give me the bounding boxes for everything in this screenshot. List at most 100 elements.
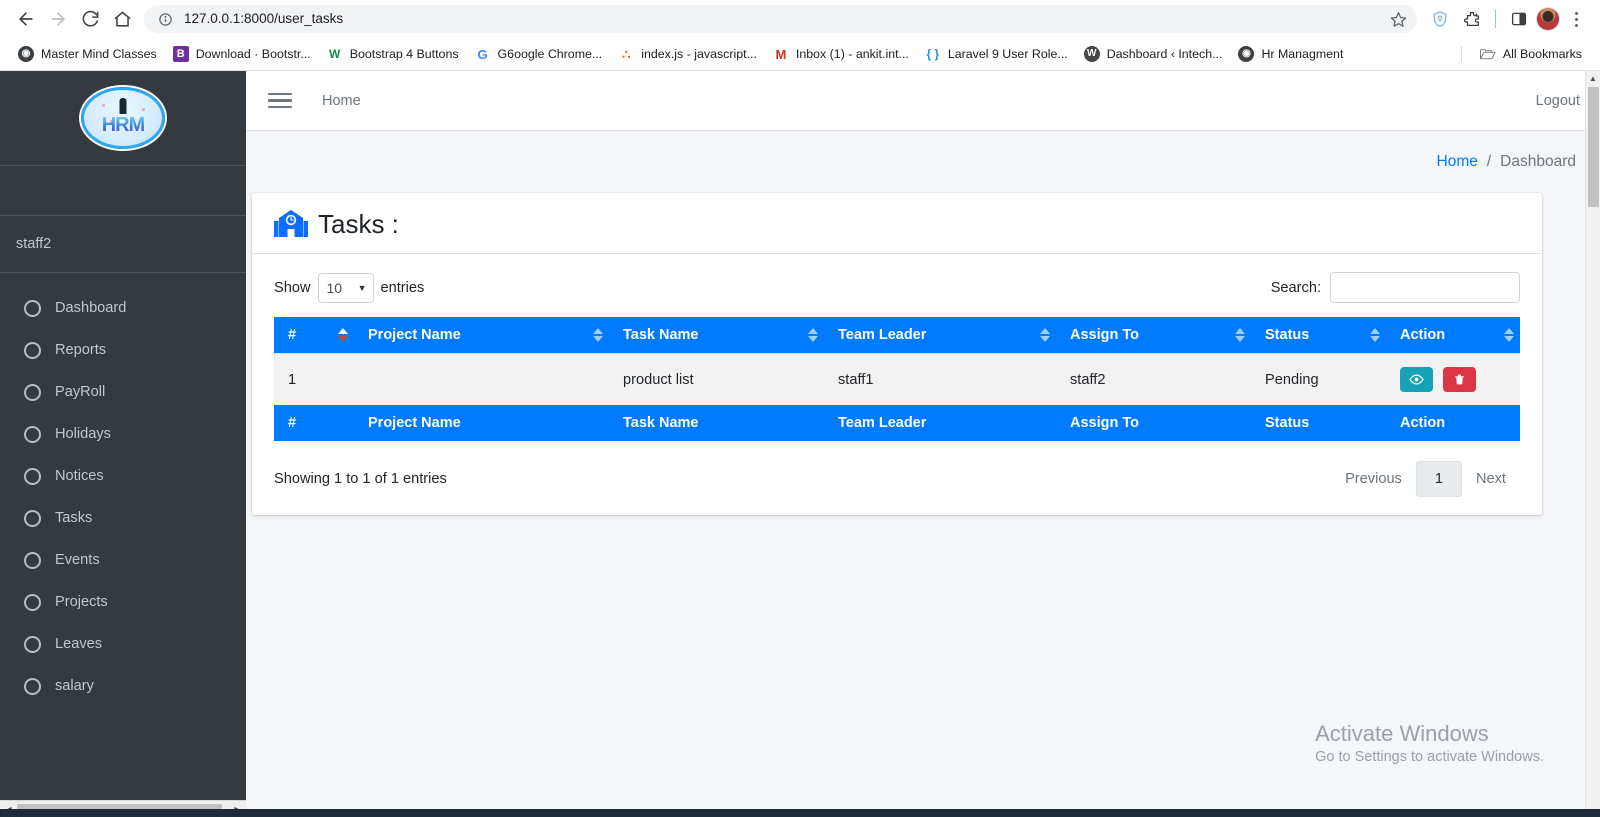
toolbar-right-icons <box>1425 4 1590 34</box>
page-title: Tasks : <box>318 208 399 239</box>
nav-home-link[interactable]: Home <box>322 93 361 109</box>
chrome-menu-icon[interactable] <box>1562 5 1590 33</box>
scroll-up-icon[interactable]: ▲ <box>1586 71 1600 86</box>
entries-select-wrapper[interactable]: 10 25 50 100 ▼ <box>317 272 374 303</box>
footer-column-status: Status <box>1251 405 1386 441</box>
folder-icon: 🗁 <box>1479 46 1496 62</box>
bookmark-item[interactable]: B Download · Bootstr... <box>165 42 319 66</box>
bookmark-item[interactable]: { } Laravel 9 User Role... <box>917 42 1076 66</box>
sidebar-item-tasks[interactable]: Tasks <box>0 497 246 539</box>
column-header-number[interactable]: # <box>274 317 354 354</box>
back-arrow-icon[interactable] <box>10 3 42 35</box>
hamburger-icon[interactable] <box>268 92 292 109</box>
address-bar-url: 127.0.0.1:8000/user_tasks <box>184 11 344 26</box>
sidebar-item-dashboard[interactable]: Dashboard <box>0 287 246 329</box>
circle-icon <box>24 299 41 317</box>
table-head: # Project Name Task Name Team Leader Ass… <box>274 317 1520 354</box>
bookmark-label: Dashboard ‹ Intech... <box>1106 47 1223 61</box>
page-viewport: HRM staff2 Dashboard Reports PayRoll Hol… <box>0 71 1600 817</box>
bookmark-label: Laravel 9 User Role... <box>947 47 1068 61</box>
sidebar-item-payroll[interactable]: PayRoll <box>0 371 246 413</box>
circle-icon <box>24 509 41 527</box>
sidebar-item-label: Notices <box>55 468 104 484</box>
all-bookmarks-button[interactable]: 🗁 All Bookmarks <box>1472 42 1590 66</box>
entries-label: entries <box>380 279 425 296</box>
tasks-table: # Project Name Task Name Team Leader Ass… <box>274 317 1520 441</box>
top-navbar: Home Logout <box>246 71 1600 131</box>
address-bar[interactable]: 127.0.0.1:8000/user_tasks <box>144 5 1417 33</box>
cell-assign-to: staff2 <box>1056 353 1251 405</box>
search-input[interactable] <box>1330 272 1520 303</box>
bookmark-label: Inbox (1) - ankit.int... <box>795 47 909 61</box>
logout-link[interactable]: Logout <box>1536 93 1580 109</box>
bookmark-item[interactable]: ◉ Hr Managment <box>1230 42 1351 66</box>
side-panel-icon[interactable] <box>1504 4 1534 34</box>
sidebar-username: staff2 <box>16 236 52 252</box>
view-button[interactable] <box>1400 367 1433 392</box>
globe-icon: ◉ <box>1238 46 1255 62</box>
sidebar-menu: Dashboard Reports PayRoll Holidays Notic… <box>0 273 246 707</box>
bookmark-item[interactable]: W Dashboard ‹ Intech... <box>1076 42 1231 66</box>
sidebar-item-events[interactable]: Events <box>0 539 246 581</box>
bookmark-item[interactable]: ◉ Master Mind Classes <box>10 42 165 66</box>
column-header-team-leader[interactable]: Team Leader <box>824 317 1056 354</box>
column-header-project-name[interactable]: Project Name <box>354 317 609 354</box>
shield-icon[interactable] <box>1425 4 1455 34</box>
column-label: Team Leader <box>838 327 927 343</box>
column-label: Action <box>1400 327 1446 343</box>
page-scrollbar-thumb[interactable] <box>1588 87 1599 207</box>
main-content: Home Logout Home / Dashboard Tasks: Sho… <box>246 71 1600 817</box>
bookmark-star-icon[interactable] <box>1385 6 1411 32</box>
watermark-title: Activate Windows <box>1315 720 1489 746</box>
bookmark-item[interactable]: ∴ index.js - javascript... <box>610 42 765 66</box>
column-header-status[interactable]: Status <box>1251 317 1386 354</box>
breadcrumb-separator: / <box>1486 153 1492 170</box>
extensions-icon[interactable] <box>1457 4 1487 34</box>
pagination-previous[interactable]: Previous <box>1331 464 1416 494</box>
globe-icon: ◉ <box>18 46 34 62</box>
site-info-icon[interactable] <box>156 10 174 28</box>
breadcrumb-current: Dashboard <box>1500 153 1576 170</box>
reload-icon[interactable] <box>74 3 106 35</box>
sidebar-item-holidays[interactable]: Holidays <box>0 413 246 455</box>
pagination-next[interactable]: Next <box>1462 464 1520 494</box>
home-icon[interactable] <box>106 3 138 35</box>
bookmark-item[interactable]: G G6oogle Chrome... <box>467 42 611 66</box>
sidebar-item-projects[interactable]: Projects <box>0 581 246 623</box>
sidebar-item-reports[interactable]: Reports <box>0 329 246 371</box>
bookmark-label: Hr Managment <box>1261 47 1344 61</box>
brand-logo-area[interactable]: HRM <box>0 71 246 166</box>
column-header-action[interactable]: Action <box>1386 317 1520 354</box>
pagination: Previous 1 Next <box>1331 461 1520 497</box>
sidebar-user-panel[interactable]: staff2 <box>0 216 246 273</box>
entries-select[interactable]: 10 25 50 100 <box>317 272 374 303</box>
sort-icon <box>1504 327 1514 343</box>
forward-arrow-icon[interactable] <box>42 3 74 35</box>
table-foot: # Project Name Task Name Team Leader Ass… <box>274 405 1520 441</box>
sidebar-item-label: Reports <box>55 342 107 358</box>
footer-column-assign-to: Assign To <box>1056 405 1251 441</box>
datatable-footer: Showing 1 to 1 of 1 entries Previous 1 N… <box>274 441 1520 497</box>
browser-toolbar: 127.0.0.1:8000/user_tasks <box>0 0 1600 38</box>
sidebar-item-leaves[interactable]: Leaves <box>0 623 246 665</box>
page-vertical-scrollbar[interactable]: ▲ <box>1585 71 1600 817</box>
show-label: Show <box>274 279 311 296</box>
column-header-assign-to[interactable]: Assign To <box>1056 317 1251 354</box>
column-header-task-name[interactable]: Task Name <box>609 317 824 354</box>
delete-button[interactable] <box>1443 367 1477 392</box>
sidebar-item-notices[interactable]: Notices <box>0 455 246 497</box>
cell-number: 1 <box>274 353 354 405</box>
pagination-page-1[interactable]: 1 <box>1415 461 1462 497</box>
sidebar-item-salary[interactable]: salary <box>0 665 246 707</box>
search-control: Search: <box>1271 272 1520 303</box>
bookmark-item[interactable]: W Bootstrap 4 Buttons <box>319 42 467 66</box>
table-row[interactable]: 1 product list staff1 staff2 Pending <box>274 353 1520 405</box>
sort-icon <box>1370 327 1380 343</box>
hrm-logo: HRM <box>81 87 165 149</box>
circle-icon <box>24 383 41 401</box>
logo-figure-icon <box>119 98 127 114</box>
breadcrumb-home-link[interactable]: Home <box>1437 153 1478 171</box>
all-bookmarks-label: All Bookmarks <box>1502 47 1582 61</box>
profile-avatar[interactable] <box>1536 7 1560 31</box>
bookmark-item[interactable]: M Inbox (1) - ankit.int... <box>765 42 917 66</box>
